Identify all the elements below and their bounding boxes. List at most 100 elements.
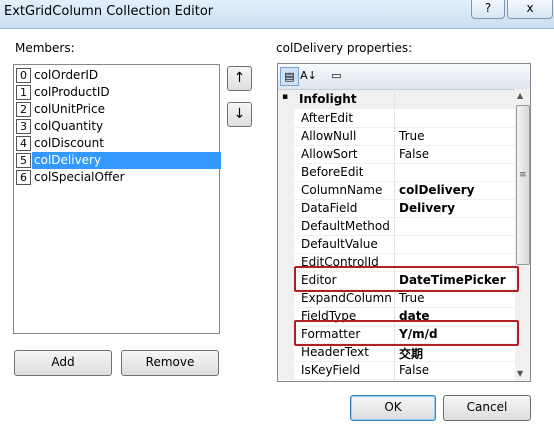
property-name: BeforeEdit [301, 165, 364, 179]
property-value[interactable]: date [399, 309, 430, 323]
member-item[interactable]: 3 colQuantity [14, 118, 219, 135]
property-value[interactable]: colDelivery [399, 183, 475, 197]
collapse-icon[interactable]: ▪ [282, 93, 289, 102]
property-row[interactable]: ColumnName colDelivery [278, 181, 515, 200]
property-name: ColumnName [301, 183, 383, 197]
property-row[interactable]: HeaderText 交期 [278, 343, 515, 362]
member-index: 6 [16, 170, 31, 185]
cancel-button[interactable]: Cancel [443, 395, 531, 421]
member-name: colUnitPrice [34, 102, 105, 116]
property-row[interactable]: AfterEdit [278, 109, 515, 128]
member-name: colProductID [34, 85, 110, 99]
property-toolbar: ▤ A↓ ▭ [278, 64, 530, 90]
help-button[interactable]: ? [471, 0, 505, 19]
row-gutter [278, 199, 294, 217]
column-divider[interactable] [394, 89, 395, 381]
member-item[interactable]: 6 colSpecialOffer [14, 169, 219, 186]
properties-label: colDelivery properties: [276, 41, 413, 55]
member-index: 3 [16, 119, 31, 134]
property-name: DefaultMethod [301, 219, 390, 233]
property-name: AllowNull [301, 129, 357, 143]
members-label: Members: [15, 41, 75, 55]
property-value[interactable]: False [399, 147, 429, 161]
property-row[interactable]: DataField Delivery [278, 199, 515, 218]
category-name: Infolight [299, 92, 357, 106]
row-gutter [278, 271, 294, 289]
member-index: 5 [16, 153, 31, 168]
property-row[interactable]: Formatter Y/m/d [278, 325, 515, 344]
property-pages-icon[interactable]: ▭ [328, 67, 345, 84]
member-index: 4 [16, 136, 31, 151]
property-value[interactable]: DateTimePicker [399, 273, 506, 287]
move-down-button[interactable]: ↓ [227, 102, 252, 127]
property-value[interactable]: Y/m/d [399, 327, 438, 341]
member-name: colDiscount [34, 136, 104, 150]
property-name: ExpandColumn [301, 291, 392, 305]
property-value[interactable]: True [399, 291, 425, 305]
member-index: 1 [16, 85, 31, 100]
property-name: AfterEdit [301, 111, 354, 125]
arrow-up-icon: ↑ [233, 70, 246, 86]
property-row[interactable]: AllowNull True [278, 127, 515, 146]
property-name: AllowSort [301, 147, 358, 161]
member-item[interactable]: 2 colUnitPrice [14, 101, 219, 118]
vertical-scrollbar[interactable]: ▲ ≡ ▼ [515, 89, 530, 381]
property-row[interactable]: DefaultMethod [278, 217, 515, 236]
member-item[interactable]: 1 colProductID [14, 84, 219, 101]
dialog-body: Members: colDelivery properties: 0 colOrd… [0, 29, 554, 445]
property-name: EditControlId [301, 255, 379, 269]
property-value[interactable]: False [399, 363, 429, 377]
property-row[interactable]: BeforeEdit [278, 163, 515, 182]
row-gutter [278, 217, 294, 235]
row-gutter [278, 181, 294, 199]
member-item[interactable]: 4 colDiscount [14, 135, 219, 152]
property-row[interactable]: Editor DateTimePicker [278, 271, 515, 290]
title-bar: ExtGridColumn Collection Editor ? x [0, 0, 554, 29]
row-gutter [278, 343, 294, 361]
remove-button[interactable]: Remove [121, 350, 219, 376]
member-name: colQuantity [34, 119, 104, 133]
member-item[interactable]: 0 colOrderID [14, 67, 219, 84]
window-title: ExtGridColumn Collection Editor [4, 4, 214, 19]
scroll-up-icon[interactable]: ▲ [517, 91, 523, 100]
member-name: colOrderID [34, 68, 99, 82]
row-gutter [278, 235, 294, 253]
scroll-grip-icon: ≡ [519, 170, 527, 180]
categorized-icon[interactable]: ▤ [280, 67, 299, 86]
member-index: 2 [16, 102, 31, 117]
add-button[interactable]: Add [14, 350, 112, 376]
member-name: colDelivery [32, 152, 221, 169]
category-row[interactable]: ▪ Infolight [278, 90, 515, 109]
row-gutter [278, 127, 294, 145]
property-name: DataField [301, 201, 358, 215]
members-list[interactable]: 0 colOrderID 1 colProductID 2 colUnitPrice 3 co… [13, 64, 221, 334]
property-name: IsKeyField [301, 363, 361, 377]
property-value[interactable]: 交期 [399, 345, 423, 362]
move-up-button[interactable]: ↑ [227, 66, 252, 91]
property-value[interactable]: True [399, 129, 425, 143]
member-item[interactable]: 5 colDelivery [14, 152, 221, 169]
row-gutter [278, 325, 294, 343]
ok-button[interactable]: OK [350, 395, 436, 421]
row-gutter [278, 145, 294, 163]
row-gutter [278, 361, 294, 379]
property-name: FieldType [301, 309, 357, 323]
property-row[interactable]: FieldType date [278, 307, 515, 326]
row-gutter [278, 307, 294, 325]
property-row[interactable]: IsKeyField False [278, 361, 515, 380]
scroll-down-icon[interactable]: ▼ [517, 369, 523, 378]
sort-az-icon[interactable]: A↓ [300, 67, 317, 84]
property-grid[interactable]: ▤ A↓ ▭ ▪ Infolight AfterEdit AllowNull Tru… [277, 63, 531, 382]
property-row[interactable]: DefaultValue [278, 235, 515, 254]
property-value[interactable]: Delivery [399, 201, 455, 215]
close-button[interactable]: x [507, 0, 553, 19]
property-name: HeaderText [301, 345, 369, 359]
member-index: 0 [16, 68, 31, 83]
scroll-thumb[interactable] [516, 105, 530, 265]
property-row[interactable]: AllowSort False [278, 145, 515, 164]
row-gutter [278, 253, 294, 271]
property-row[interactable]: ExpandColumn True [278, 289, 515, 308]
property-row[interactable]: EditControlId [278, 253, 515, 272]
row-gutter [278, 109, 294, 127]
property-name: Formatter [301, 327, 361, 341]
